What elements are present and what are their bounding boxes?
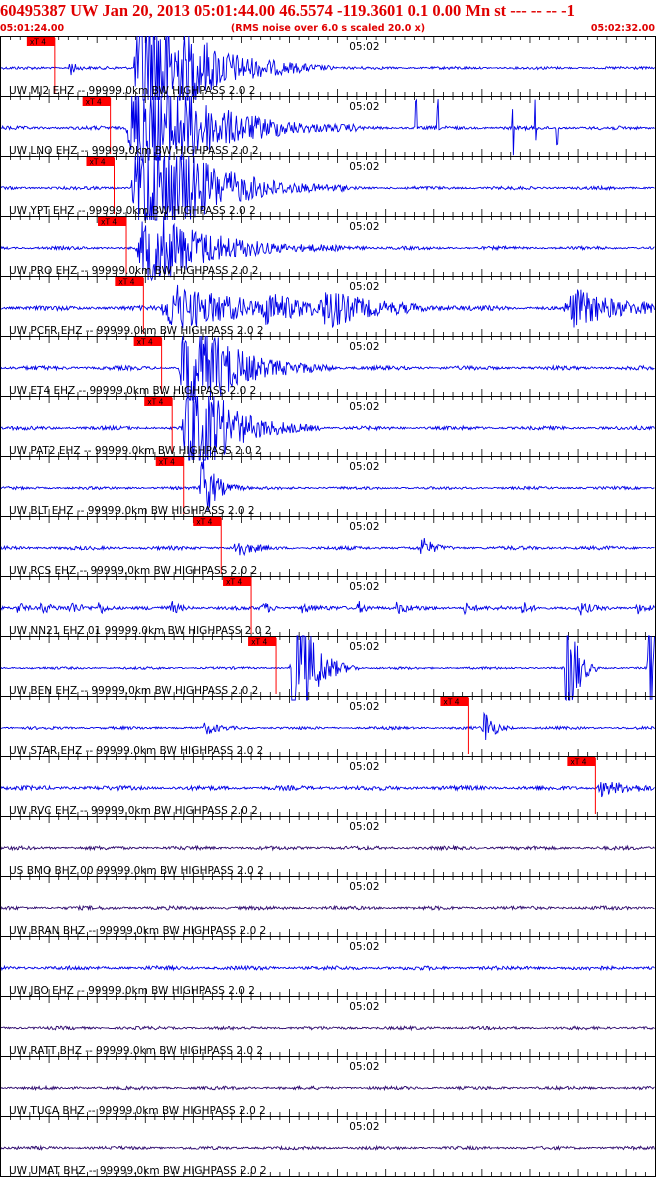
pick-label: xT 4: [443, 698, 459, 707]
minute-tick-label: 05:02: [349, 41, 379, 53]
waveform-trace: [0, 284, 655, 329]
trace-panel: 05:02 xT 4 UW LNO EHZ -- 99999.0km BW HIGH…: [0, 95, 656, 161]
waveform-trace: [1, 711, 655, 741]
trace-panel: 05:02 xT 4 UW NN21 EHZ 01 99999.0km BW HIG…: [0, 576, 656, 637]
station-label: UW UMAT BHZ -- 99999.0km BW HIGHPASS 2.0…: [9, 1165, 267, 1177]
station-label: US BMO BHZ 00 99999.0km BW HIGHPASS 2.0 …: [9, 865, 264, 877]
trace-panel: 05:02 xT 4 UW BEN EHZ -- 99999.0km BW HIGH…: [0, 635, 656, 702]
waveform-trace: [0, 781, 655, 798]
station-label: UW JBO EHZ -- 99999.0km BW HIGHPASS 2.0 …: [9, 985, 255, 997]
pick-label: xT 4: [147, 398, 163, 407]
pick-label: xT 4: [86, 98, 102, 107]
minute-tick-label: 05:02: [349, 581, 379, 593]
minute-tick-label: 05:02: [349, 881, 379, 893]
station-label: UW ET4 EHZ -- 99999.0km BW HIGHPASS 2.0 …: [9, 385, 256, 397]
rms-noise-note: (RMS noise over 6.0 s scaled 20.0 x): [230, 23, 426, 34]
trace-panel: 05:02 xT 4 UW RCS EHZ -- 99999.0km BW HIGH…: [0, 516, 656, 577]
trace-panel: 05:02 xT 4 UW PCFR EHZ -- 99999.0km BW HIG…: [0, 276, 656, 337]
pick-label: xT 4: [159, 458, 175, 467]
pick-label: xT 4: [196, 518, 212, 527]
trace-panel: 05:02 xT 4 UW BLT EHZ -- 99999.0km BW HIGH…: [0, 456, 656, 517]
pick-label: xT 4: [101, 218, 117, 227]
trace-panel: 05:02 xT 4 UW PRO EHZ -- 99999.0km BW HIGH…: [0, 215, 656, 282]
minute-tick-label: 05:02: [349, 161, 379, 173]
minute-tick-label: 05:02: [349, 1001, 379, 1013]
pick-label: xT 4: [570, 758, 586, 767]
minute-tick-label: 05:02: [349, 521, 379, 533]
end-time-label: 05:02:32.00: [590, 23, 655, 34]
minute-tick-label: 05:02: [349, 1121, 379, 1133]
minute-tick-label: 05:02: [349, 401, 379, 413]
minute-tick-label: 05:02: [349, 101, 379, 113]
station-label: UW BLT EHZ -- 99999.0km BW HIGHPASS 2.0 …: [9, 505, 255, 517]
minute-tick-label: 05:02: [349, 641, 379, 653]
seismogram-plot: 05:02xT 4UW MJ2 EHZ -- 99999.0km BW HIGH…: [0, 36, 656, 1177]
pick-label: xT 4: [118, 278, 134, 287]
trace-panel: 05:02 xT 4 UW RVC EHZ -- 99999.0km BW HIGH…: [0, 756, 656, 817]
pick-label: xT 4: [251, 638, 267, 647]
minute-tick-label: 05:02: [349, 341, 379, 353]
trace-panel: 05:02 xT 4 UW PAT2 EHZ -- 99999.0km BW HIG…: [0, 395, 656, 461]
station-label: UW PCFR EHZ -- 99999.0km BW HIGHPASS 2.0…: [9, 325, 264, 337]
station-label: UW RVC EHZ -- 99999.0km BW HIGHPASS 2.0 …: [9, 805, 258, 817]
station-label: UW BRAN BHZ -- 99999.0km BW HIGHPASS 2.0…: [9, 925, 266, 937]
minute-tick-label: 05:02: [349, 281, 379, 293]
minute-tick-label: 05:02: [349, 1061, 379, 1073]
minute-tick-label: 05:02: [349, 221, 379, 233]
trace-panel: 05:02 UW UMAT BHZ -- 99999.0km BW HIGHPAS…: [0, 1116, 656, 1177]
trace-panel: 05:02 UW JBO EHZ -- 99999.0km BW HIGHPASS…: [0, 936, 656, 997]
station-label: UW LNO EHZ -- 99999.0km BW HIGHPASS 2.0 …: [9, 145, 259, 157]
trace-panel: 05:02 xT 4 UW YPT EHZ -- 99999.0km BW HIGH…: [0, 155, 656, 221]
trace-panel: 05:02 xT 4 UW STAR EHZ -- 99999.0km BW HIG…: [0, 696, 656, 757]
station-label: UW MJ2 EHZ -- 99999.0km BW HIGHPASS 2.0 …: [9, 85, 255, 97]
waveform-trace: [0, 1084, 655, 1092]
station-label: UW RCS EHZ -- 99999.0km BW HIGHPASS 2.0 …: [9, 565, 257, 577]
waveform-trace: [0, 600, 655, 616]
station-label: UW RATT BHZ -- 99999.0km BW HIGHPASS 2.0…: [9, 1045, 263, 1057]
station-label: UW STAR EHZ -- 99999.0km BW HIGHPASS 2.0…: [9, 745, 263, 757]
waveform-trace: [0, 844, 655, 852]
trace-panel: 05:02 UW TUCA BHZ -- 99999.0km BW HIGHPAS…: [0, 1056, 656, 1117]
pick-label: xT 4: [226, 578, 242, 587]
pick-label: xT 4: [30, 38, 46, 47]
minute-tick-label: 05:02: [349, 941, 379, 953]
pick-label: xT 4: [137, 338, 153, 347]
station-label: UW BEN EHZ -- 99999.0km BW HIGHPASS 2.0 …: [9, 685, 258, 697]
waveform-trace: [0, 904, 655, 912]
station-label: UW YPT EHZ -- 99999.0km BW HIGHPASS 2.0 …: [9, 205, 256, 217]
waveform-trace: [0, 1144, 655, 1151]
waveform-trace: [0, 1024, 655, 1032]
minute-tick-label: 05:02: [349, 461, 379, 473]
trace-panel: 05:02 xT 4 UW ET4 EHZ -- 99999.0km BW HIGH…: [0, 335, 656, 401]
station-label: UW NN21 EHZ 01 99999.0km BW HIGHPASS 2.0…: [9, 625, 271, 637]
pick-label: xT 4: [89, 158, 105, 167]
waveform-trace: [0, 537, 655, 557]
station-label: UW PAT2 EHZ -- 99999.0km BW HIGHPASS 2.0…: [9, 445, 262, 457]
minute-tick-label: 05:02: [349, 761, 379, 773]
minute-tick-label: 05:02: [349, 821, 379, 833]
waveform-trace: [0, 964, 655, 972]
trace-panel: 05:02 UW RATT BHZ -- 99999.0km BW HIGHPAS…: [0, 996, 656, 1057]
waveform-trace: [0, 459, 655, 511]
trace-panel: 05:02 UW BRAN BHZ -- 99999.0km BW HIGHPAS…: [0, 876, 656, 937]
trace-panel: 05:02 xT 4 UW MJ2 EHZ -- 99999.0km BW HIGH…: [0, 36, 656, 101]
station-label: UW PRO EHZ -- 99999.0km BW HIGHPASS 2.0 …: [9, 265, 258, 277]
minute-tick-label: 05:02: [349, 701, 379, 713]
event-header-title: 60495387 UW Jan 20, 2013 05:01:44.00 46.…: [0, 1, 575, 20]
station-label: UW TUCA BHZ -- 99999.0km BW HIGHPASS 2.0…: [9, 1105, 266, 1117]
trace-panel: 05:02 US BMO BHZ 00 99999.0km BW HIGHPASS…: [0, 816, 656, 877]
